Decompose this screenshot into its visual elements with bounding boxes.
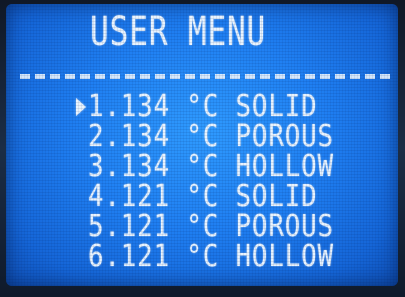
menu-item-label: 1.134 °C SOLID (88, 89, 318, 124)
menu-item-3[interactable]: 3.134 °C HOLLOW (76, 152, 374, 182)
menu-item-label: 6.121 °C HOLLOW (88, 239, 334, 274)
menu-item-label: 4.121 °C SOLID (88, 179, 318, 214)
menu-item-5[interactable]: 5.121 °C POROUS (76, 212, 374, 242)
menu-title: USER MENU (90, 9, 267, 55)
menu-item-2[interactable]: 2.134 °C POROUS (76, 122, 374, 152)
title-separator (20, 74, 392, 79)
menu-item-label: 5.121 °C POROUS (88, 209, 334, 244)
menu-item-label: 3.134 °C HOLLOW (88, 149, 334, 184)
menu-item-6[interactable]: 6.121 °C HOLLOW (76, 242, 374, 272)
menu-item-4[interactable]: 4.121 °C SOLID (76, 182, 355, 212)
selection-cursor-icon (76, 98, 86, 116)
lcd-screen: USER MENU 1.134 °C SOLID 2.134 °C POROUS… (6, 4, 398, 286)
device-bezel: USER MENU 1.134 °C SOLID 2.134 °C POROUS… (0, 0, 405, 297)
menu-item-1[interactable]: 1.134 °C SOLID (76, 92, 355, 122)
menu-item-label: 2.134 °C POROUS (88, 119, 334, 154)
